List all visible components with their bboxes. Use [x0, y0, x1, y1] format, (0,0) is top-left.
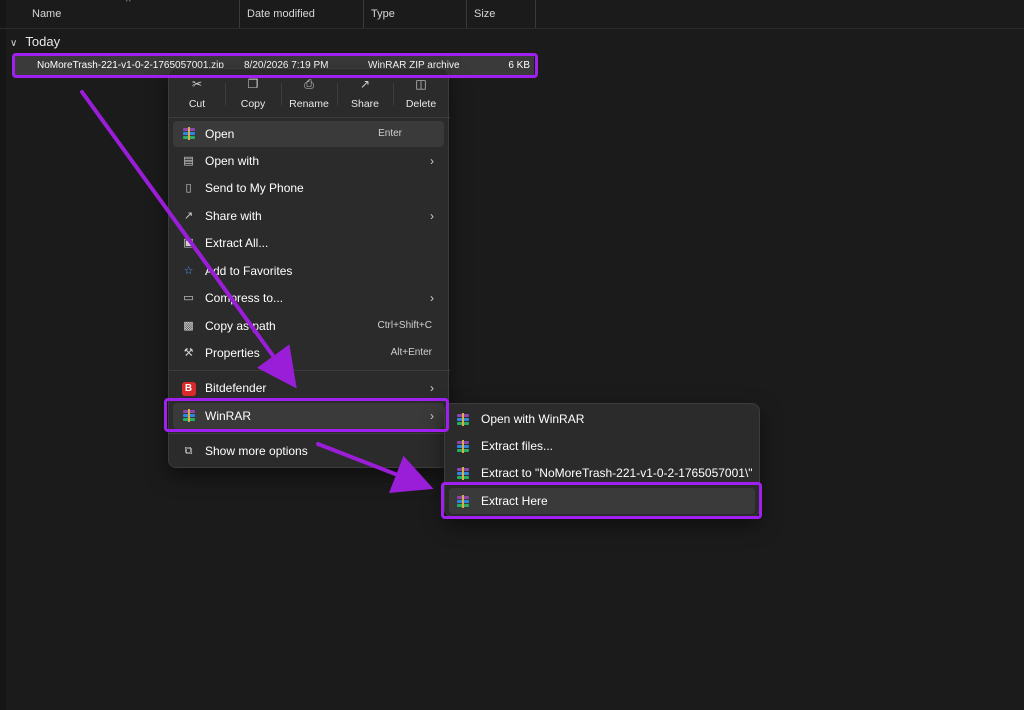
arrow-to-winrar [80, 90, 297, 389]
annotation-arrows [80, 90, 434, 494]
arrow-to-extract-here [316, 442, 434, 494]
